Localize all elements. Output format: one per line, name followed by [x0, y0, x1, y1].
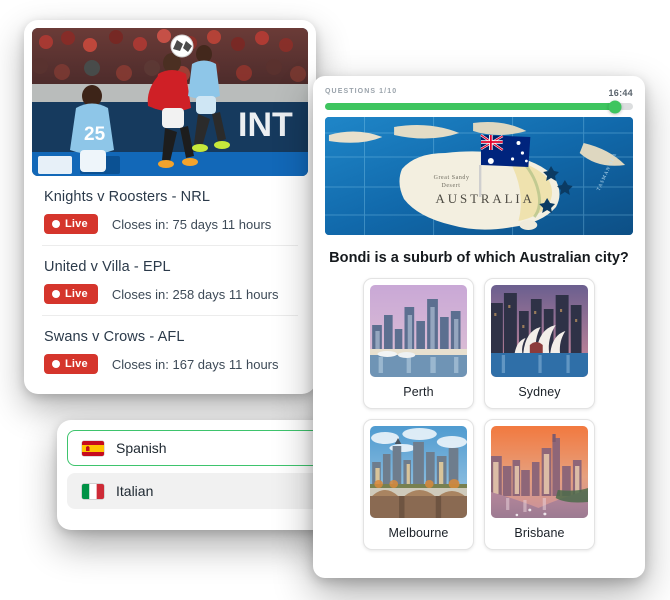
live-dot-icon [52, 360, 60, 368]
italy-flag-icon [82, 483, 104, 499]
answer-option-brisbane[interactable]: Brisbane [484, 419, 595, 550]
language-option-label: Italian [116, 483, 154, 499]
status-badge: Live [44, 354, 98, 374]
closes-in-text: Closes in: 75 days 11 hours [111, 216, 272, 232]
live-dot-icon [52, 220, 60, 228]
match-title: Knights v Roosters - NRL [44, 189, 210, 205]
svg-text:INT: INT [238, 106, 293, 144]
match-row[interactable]: United v Villa - EPL Live Closes in: 258… [42, 246, 298, 316]
status-badge: Live [44, 214, 98, 234]
answer-option-label: Perth [403, 385, 434, 399]
match-row[interactable]: Knights v Roosters - NRL Live Closes in:… [42, 176, 298, 246]
spain-flag-icon [82, 440, 104, 456]
sydney-opera-house-photo [491, 285, 588, 377]
svg-text:AUSTRALIA: AUSTRALIA [436, 191, 535, 206]
answer-option-sydney[interactable]: Sydney [484, 278, 595, 409]
match-meta: Live Closes in: 167 days 11 hours [44, 354, 296, 374]
sports-matches-card: INT 25 Knights v Roosters - NRL Live Clo… [24, 20, 316, 394]
language-option-italian[interactable]: Italian [67, 473, 335, 509]
status-badge-label: Live [65, 218, 88, 230]
answer-option-label: Brisbane [514, 526, 565, 540]
answer-grid: Perth Sydney Melbourne Brisbane [323, 278, 635, 550]
status-badge: Live [44, 284, 98, 304]
answer-option-perth[interactable]: Perth [363, 278, 474, 409]
quiz-card: QUESTIONS 1/10 16:44 Great Sandy Desert … [313, 76, 645, 578]
language-option-label: Spanish [116, 440, 167, 456]
football-header-photo: INT 25 [32, 28, 308, 176]
question-counter: QUESTIONS 1/10 [325, 88, 398, 95]
quiz-progress-knob[interactable] [608, 100, 622, 113]
match-meta: Live Closes in: 75 days 11 hours [44, 214, 296, 234]
live-dot-icon [52, 290, 60, 298]
quiz-progress-fill [325, 103, 615, 110]
screenshot-stage: INT 25 Knights v Roosters - NRL Live Clo… [0, 0, 670, 600]
status-badge-label: Live [65, 358, 88, 370]
quiz-timer: 16:44 [608, 88, 633, 98]
brisbane-river-photo [491, 426, 588, 518]
match-meta: Live Closes in: 258 days 11 hours [44, 284, 296, 304]
svg-text:Desert: Desert [441, 183, 460, 189]
australia-map-photo: Great Sandy Desert AUSTRALIA TASMAN SEA [325, 117, 633, 235]
answer-option-melbourne[interactable]: Melbourne [363, 419, 474, 550]
language-option-spanish[interactable]: Spanish [67, 430, 335, 466]
perth-skyline-photo [370, 285, 467, 377]
quiz-progress-bar [325, 100, 633, 113]
answer-option-label: Sydney [518, 385, 561, 399]
svg-text:Great Sandy: Great Sandy [434, 175, 470, 181]
answer-option-label: Melbourne [388, 526, 449, 540]
closes-in-text: Closes in: 258 days 11 hours [111, 286, 279, 302]
quiz-header: QUESTIONS 1/10 16:44 [323, 86, 635, 98]
match-row[interactable]: Swans v Crows - AFL Live Closes in: 167 … [42, 316, 298, 385]
language-picker-card: Spanish Italian [57, 420, 345, 530]
match-title: Swans v Crows - AFL [44, 329, 185, 345]
closes-in-text: Closes in: 167 days 11 hours [111, 356, 279, 372]
match-title: United v Villa - EPL [44, 259, 171, 275]
svg-text:25: 25 [84, 124, 106, 145]
melbourne-bridge-photo [370, 426, 467, 518]
status-badge-label: Live [65, 288, 88, 300]
match-list: Knights v Roosters - NRL Live Closes in:… [32, 176, 308, 385]
question-text: Bondi is a suburb of which Australian ci… [329, 250, 629, 266]
